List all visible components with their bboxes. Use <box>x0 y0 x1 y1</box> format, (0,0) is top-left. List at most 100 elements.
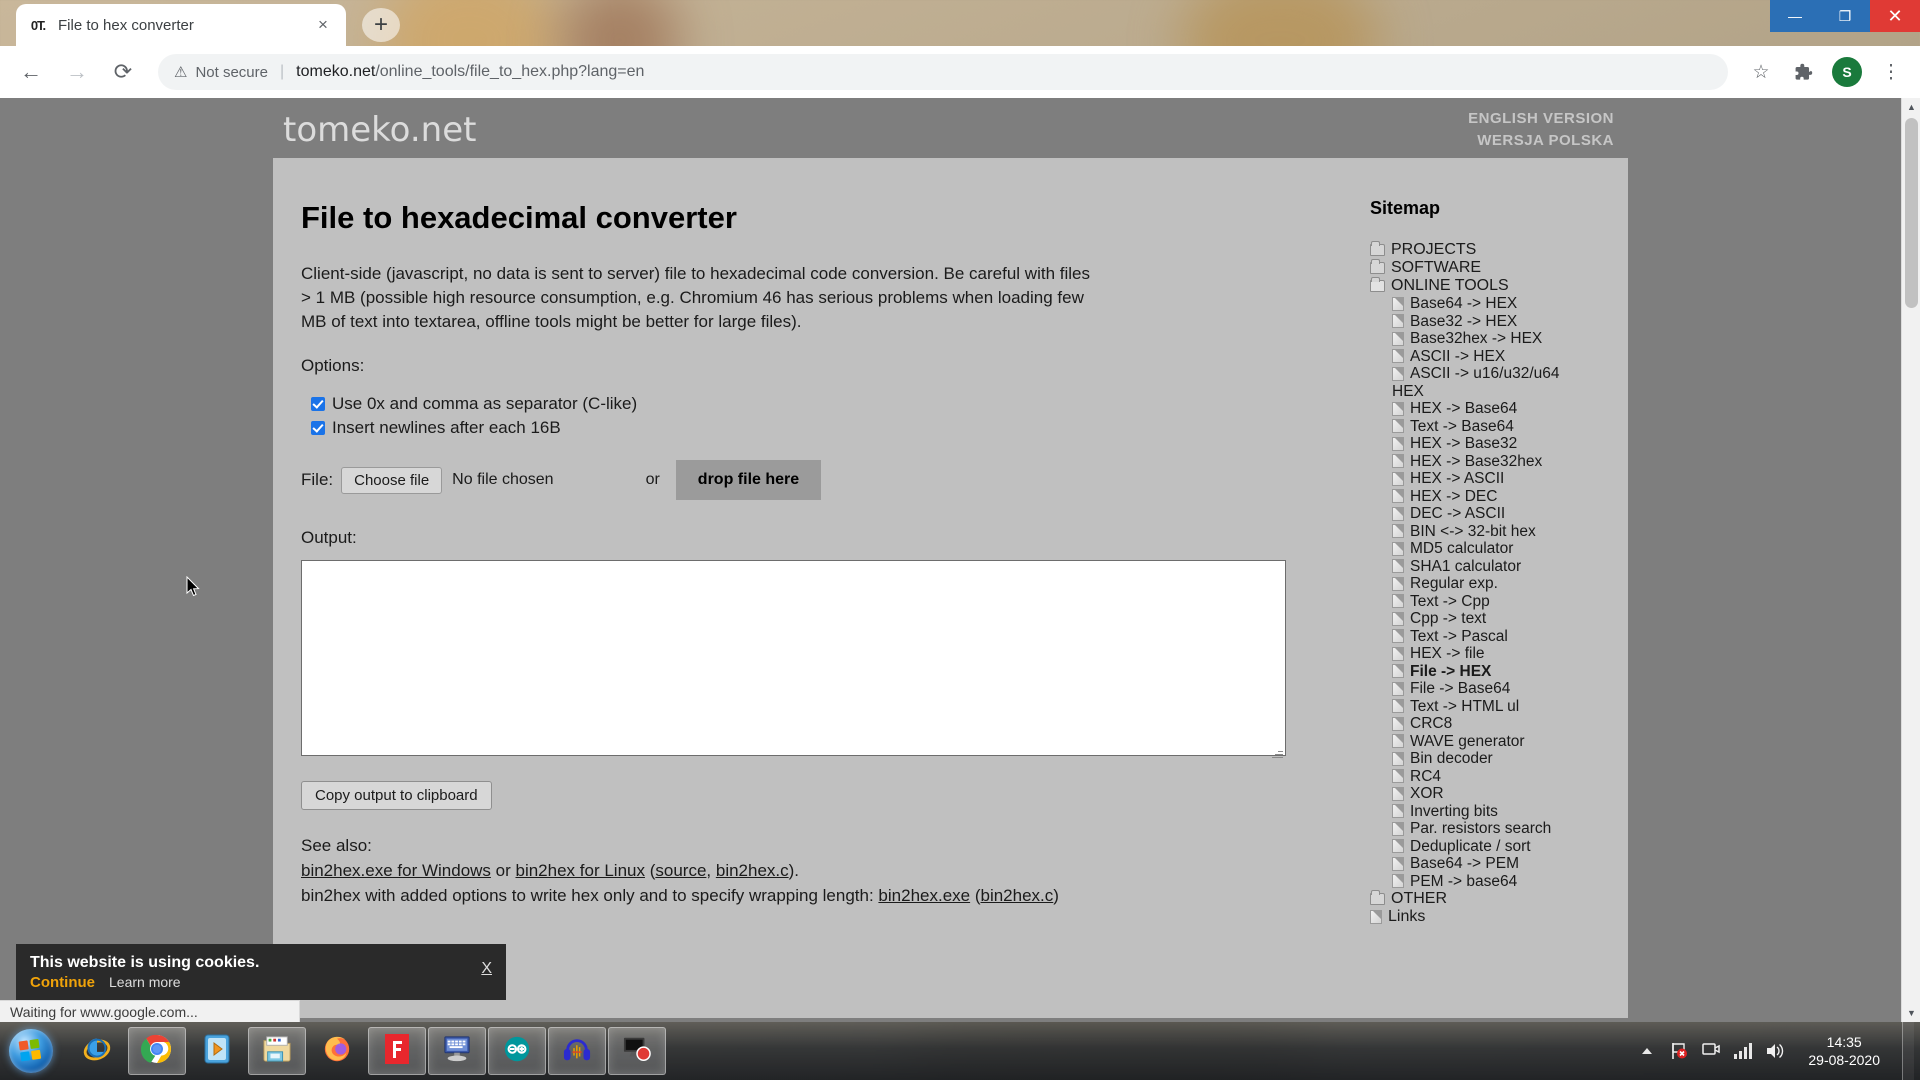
taskbar-app-audacity[interactable] <box>548 1027 606 1075</box>
sitemap-item-pem-base64[interactable]: PEM -> base64 <box>1370 873 1628 891</box>
sitemap-item-label: XOR <box>1410 785 1444 802</box>
sitemap-item-xor[interactable]: XOR <box>1370 785 1628 803</box>
link-bin2hex-c-2[interactable]: bin2hex.c <box>981 886 1054 905</box>
sitemap-item-text-cpp[interactable]: Text -> Cpp <box>1370 593 1628 611</box>
link-source[interactable]: source <box>655 861 706 880</box>
sitemap-item-dec-ascii[interactable]: DEC -> ASCII <box>1370 505 1628 523</box>
sitemap-item-hex-file[interactable]: HEX -> file <box>1370 645 1628 663</box>
sitemap-item-text-pascal[interactable]: Text -> Pascal <box>1370 628 1628 646</box>
sitemap-item-regular-exp[interactable]: Regular exp. <box>1370 575 1628 593</box>
sitemap-item-rc4[interactable]: RC4 <box>1370 768 1628 786</box>
taskbar-app-arduino-ide[interactable] <box>488 1027 546 1075</box>
sitemap-item-crc8[interactable]: CRC8 <box>1370 715 1628 733</box>
scrollbar-up-arrow[interactable]: ▲ <box>1902 98 1920 116</box>
checkbox-0x-separator[interactable] <box>311 397 325 412</box>
back-button[interactable]: ← <box>10 51 52 93</box>
reload-button[interactable]: ⟳ <box>102 51 144 93</box>
sitemap-item-ascii-hex[interactable]: ASCII -> HEX <box>1370 348 1628 366</box>
tab-file-to-hex-converter[interactable]: 0T. File to hex converter × <box>16 4 346 46</box>
sitemap-item-bin-32-bit-hex[interactable]: BIN <-> 32-bit hex <box>1370 523 1628 541</box>
taskbar-app-file-explorer[interactable] <box>248 1027 306 1075</box>
option-row-0x-separator[interactable]: Use 0x and comma as separator (C-like) <box>311 394 1358 414</box>
sitemap-item-other[interactable]: OTHER <box>1370 890 1628 908</box>
taskbar-apps <box>68 1027 666 1075</box>
sitemap-item-deduplicate-sort[interactable]: Deduplicate / sort <box>1370 838 1628 856</box>
cookie-continue-button[interactable]: Continue <box>30 974 95 991</box>
page-scrollbar[interactable]: ▲ ▼ <box>1901 98 1920 1022</box>
see-also-label: See also: <box>301 836 372 856</box>
bookmark-star-icon[interactable]: ☆ <box>1742 53 1780 91</box>
textarea-resize-handle[interactable] <box>1271 746 1285 760</box>
sitemap-item-text-html-ul[interactable]: Text -> HTML ul <box>1370 698 1628 716</box>
window-minimize-button[interactable]: — <box>1770 0 1820 32</box>
start-button[interactable] <box>0 1024 62 1078</box>
sitemap-item-hex-dec[interactable]: HEX -> DEC <box>1370 488 1628 506</box>
sitemap-item-hex-ascii[interactable]: HEX -> ASCII <box>1370 470 1628 488</box>
taskbar-app-screen-recorder[interactable] <box>608 1027 666 1075</box>
chrome-menu-icon[interactable]: ⋮ <box>1872 53 1910 91</box>
signal-strength-icon[interactable] <box>1732 1040 1754 1062</box>
taskbar-clock[interactable]: 14:35 29-08-2020 <box>1796 1033 1892 1069</box>
link-bin2hex-exe-windows[interactable]: bin2hex.exe for Windows <box>301 861 491 880</box>
cookie-close-icon[interactable]: X <box>481 960 492 978</box>
copy-output-button[interactable]: Copy output to clipboard <box>301 781 492 811</box>
checkbox-newlines[interactable] <box>311 421 325 436</box>
sitemap-item-ascii-u16-u32-u64[interactable]: ASCII -> u16/u32/u64 <box>1370 365 1628 383</box>
drop-file-zone[interactable]: drop file here <box>675 460 822 501</box>
extensions-puzzle-icon[interactable] <box>1784 53 1822 91</box>
taskbar-app-foxit-reader[interactable] <box>368 1027 426 1075</box>
show-desktop-button[interactable] <box>1902 1022 1914 1080</box>
sitemap-item-file-base64[interactable]: File -> Base64 <box>1370 680 1628 698</box>
link-bin2hex-exe[interactable]: bin2hex.exe <box>878 886 970 905</box>
sitemap-item-text-base64[interactable]: Text -> Base64 <box>1370 418 1628 436</box>
sitemap-item-base64-hex[interactable]: Base64 -> HEX <box>1370 295 1628 313</box>
sitemap-item-par-resistors-search[interactable]: Par. resistors search <box>1370 820 1628 838</box>
window-close-button[interactable]: ✕ <box>1870 0 1920 32</box>
taskbar-app-media-player[interactable] <box>188 1027 246 1075</box>
sitemap-item-projects[interactable]: PROJECTS <box>1370 241 1628 259</box>
address-bar[interactable]: ⚠ Not secure | tomeko.net/online_tools/f… <box>158 54 1728 90</box>
tab-close-icon[interactable]: × <box>312 14 334 36</box>
scrollbar-thumb[interactable] <box>1905 118 1918 308</box>
option-row-newlines[interactable]: Insert newlines after each 16B <box>311 418 1358 438</box>
sitemap-item-file-hex[interactable]: File -> HEX <box>1370 663 1628 681</box>
sitemap-item-hex-base32[interactable]: HEX -> Base32 <box>1370 435 1628 453</box>
sitemap-item-online-tools[interactable]: ONLINE TOOLS <box>1370 277 1628 295</box>
sitemap-item-bin-decoder[interactable]: Bin decoder <box>1370 750 1628 768</box>
sitemap-item-base64-pem[interactable]: Base64 -> PEM <box>1370 855 1628 873</box>
new-tab-button[interactable]: + <box>362 8 400 42</box>
taskbar-app-google-chrome[interactable] <box>128 1027 186 1075</box>
lang-polish[interactable]: WERSJA POLSKA <box>1468 130 1614 152</box>
show-hidden-icons-arrow[interactable] <box>1636 1040 1658 1062</box>
cookie-learn-more-link[interactable]: Learn more <box>109 974 181 990</box>
sitemap-item-base32hex-hex[interactable]: Base32hex -> HEX <box>1370 330 1628 348</box>
sitemap-item-base32-hex[interactable]: Base32 -> HEX <box>1370 313 1628 331</box>
sitemap-item-links[interactable]: Links <box>1370 908 1628 926</box>
volume-speaker-icon[interactable] <box>1764 1040 1786 1062</box>
sitemap-item-inverting-bits[interactable]: Inverting bits <box>1370 803 1628 821</box>
sitemap-item-sha1-calculator[interactable]: SHA1 calculator <box>1370 558 1628 576</box>
windows-taskbar: 14:35 29-08-2020 <box>0 1022 1920 1080</box>
taskbar-app-firefox[interactable] <box>308 1027 366 1075</box>
site-logo[interactable]: tomeko.net <box>283 110 476 150</box>
sitemap-item-hex[interactable]: HEX <box>1370 383 1628 401</box>
sitemap-item-wave-generator[interactable]: WAVE generator <box>1370 733 1628 751</box>
sitemap-item-md5-calculator[interactable]: MD5 calculator <box>1370 540 1628 558</box>
sitemap-item-cpp-text[interactable]: Cpp -> text <box>1370 610 1628 628</box>
taskbar-app-internet-explorer[interactable] <box>68 1027 126 1075</box>
forward-button[interactable]: → <box>56 51 98 93</box>
network-plug-icon[interactable] <box>1700 1040 1722 1062</box>
taskbar-app-on-screen-keyboard[interactable] <box>428 1027 486 1075</box>
sitemap-item-hex-base32hex[interactable]: HEX -> Base32hex <box>1370 453 1628 471</box>
lang-english[interactable]: ENGLISH VERSION <box>1468 108 1614 130</box>
link-bin2hex-c[interactable]: bin2hex.c <box>716 861 789 880</box>
scrollbar-down-arrow[interactable]: ▼ <box>1902 1004 1920 1022</box>
sitemap-item-hex-base64[interactable]: HEX -> Base64 <box>1370 400 1628 418</box>
window-maximize-button[interactable]: ❐ <box>1820 0 1870 32</box>
action-center-flag-icon[interactable] <box>1668 1040 1690 1062</box>
link-bin2hex-linux[interactable]: bin2hex for Linux <box>516 861 645 880</box>
output-textarea[interactable] <box>301 560 1286 757</box>
sitemap-item-software[interactable]: SOFTWARE <box>1370 259 1628 277</box>
profile-avatar[interactable]: S <box>1832 57 1862 87</box>
choose-file-button[interactable]: Choose file <box>341 466 443 494</box>
